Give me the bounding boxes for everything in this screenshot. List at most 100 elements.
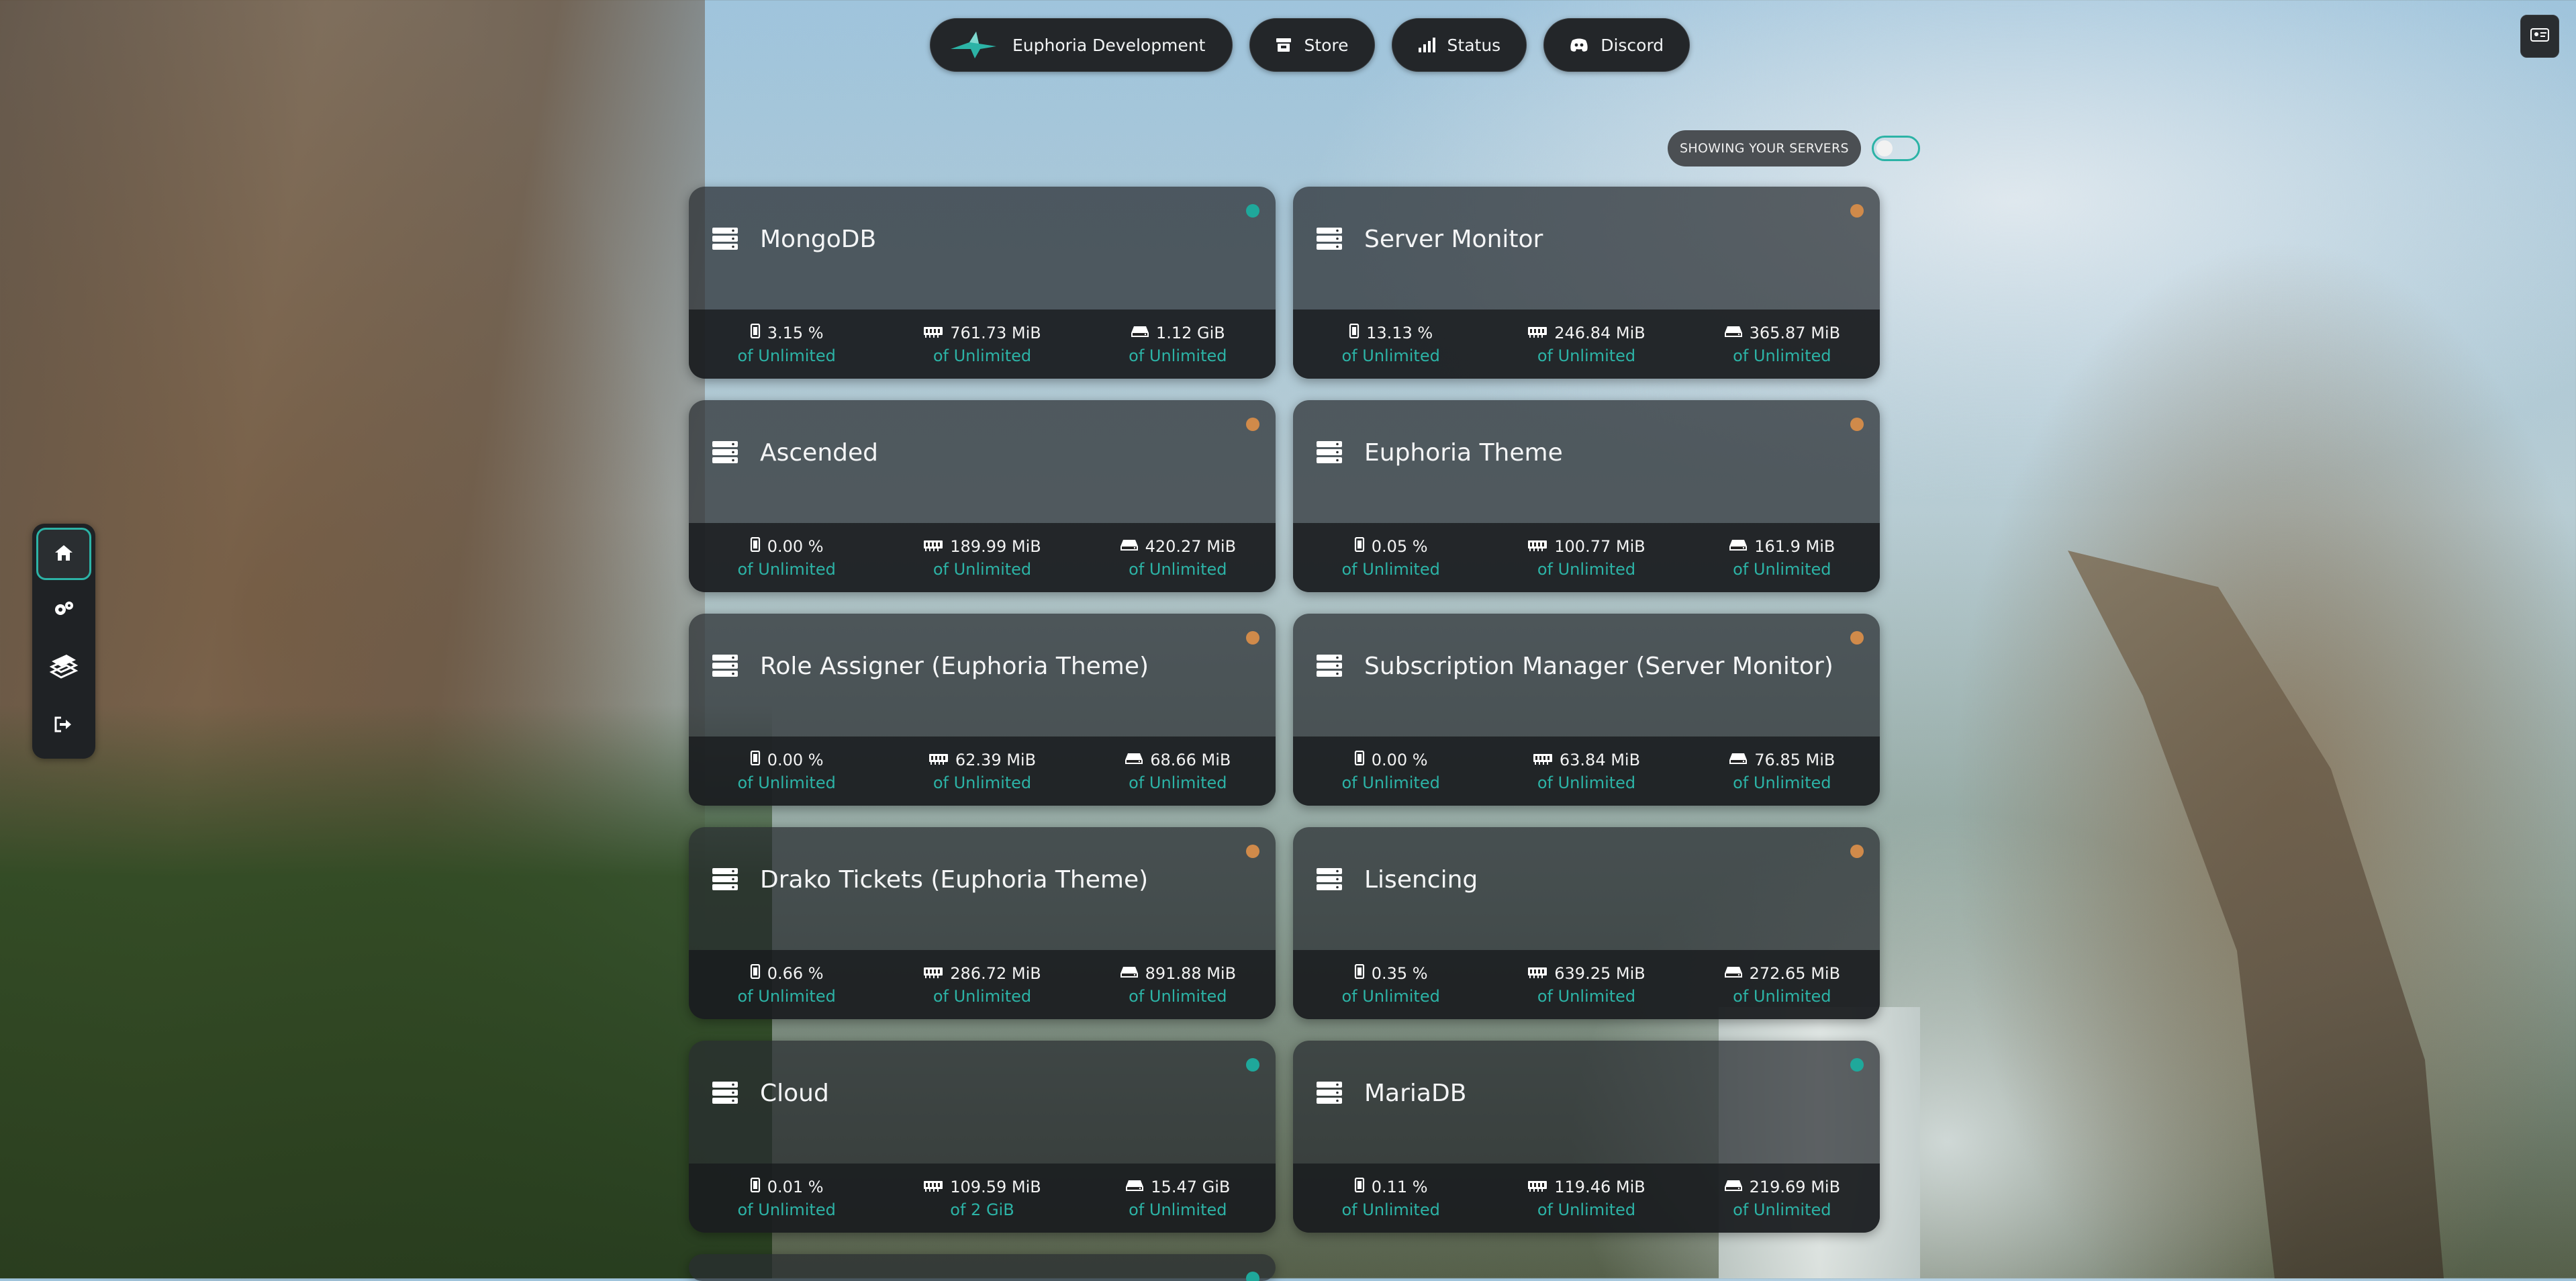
memory-value: 63.84 MiB <box>1559 750 1641 769</box>
memory-icon <box>923 324 943 342</box>
background-rock-arch <box>2068 551 2444 1278</box>
server-icon <box>1316 440 1343 467</box>
memory-limit: of Unlimited <box>933 346 1032 365</box>
show-all-servers-toggle[interactable] <box>1871 136 1920 161</box>
server-filter: SHOWING YOUR SERVERS <box>1668 130 1920 167</box>
status-link[interactable]: Status <box>1391 18 1527 72</box>
memory-icon <box>1527 537 1547 556</box>
server-card[interactable]: MongoDB 3.15 % of Unlimited 761.73 MiB o… <box>689 187 1276 379</box>
disk-stat: 68.66 MiB of Unlimited <box>1080 737 1276 806</box>
server-icon <box>712 440 738 467</box>
cpu-icon <box>750 750 761 769</box>
sidebar-item-layers[interactable] <box>36 642 91 694</box>
server-icon <box>1316 1081 1343 1108</box>
language-button[interactable] <box>2520 15 2559 58</box>
memory-icon <box>923 964 943 983</box>
disk-icon <box>1125 1178 1144 1196</box>
gears-icon <box>53 600 75 620</box>
brand-link[interactable]: Euphoria Development <box>930 18 1233 72</box>
store-icon <box>1276 38 1292 52</box>
cpu-value: 0.66 % <box>767 963 824 983</box>
sidebar <box>32 524 95 759</box>
server-name: Role Assigner (Euphoria Theme) <box>760 653 1149 680</box>
disk-limit: of Unlimited <box>1733 1200 1831 1219</box>
server-stats: 0.00 % of Unlimited 62.39 MiB of Unlimit… <box>689 737 1276 806</box>
disk-stat: 161.9 MiB of Unlimited <box>1684 523 1880 592</box>
cpu-icon <box>1349 323 1359 342</box>
cpu-value: 0.00 % <box>767 536 824 556</box>
disk-stat: 272.65 MiB of Unlimited <box>1684 950 1880 1019</box>
status-dot <box>1246 418 1259 431</box>
server-card[interactable]: Ascended 0.00 % of Unlimited 189.99 MiB … <box>689 400 1276 592</box>
server-stats: 0.01 % of Unlimited 109.59 MiB of 2 GiB … <box>689 1164 1276 1233</box>
disk-value: 1.12 GiB <box>1155 323 1225 342</box>
discord-link[interactable]: Discord <box>1543 18 1690 72</box>
memory-stat: 63.84 MiB of Unlimited <box>1488 737 1684 806</box>
layers-icon <box>49 652 79 684</box>
memory-value: 246.84 MiB <box>1554 323 1645 342</box>
disk-icon <box>1120 964 1139 983</box>
cpu-value: 0.00 % <box>767 750 824 769</box>
server-stats: 0.11 % of Unlimited 119.46 MiB of Unlimi… <box>1293 1164 1880 1233</box>
server-card-header: Cloud <box>689 1041 1276 1164</box>
disk-limit: of Unlimited <box>1129 986 1227 1006</box>
memory-value: 119.46 MiB <box>1554 1177 1645 1196</box>
cpu-stat: 0.05 % of Unlimited <box>1293 523 1488 592</box>
store-link[interactable]: Store <box>1249 18 1375 72</box>
server-icon <box>1316 227 1343 254</box>
server-card[interactable]: MariaDB 0.11 % of Unlimited 119.46 MiB o… <box>1293 1041 1880 1233</box>
server-card[interactable]: Euphoria Theme 0.05 % of Unlimited 100.7… <box>1293 400 1880 592</box>
memory-icon <box>1533 751 1553 769</box>
sidebar-item-logout[interactable] <box>36 700 91 752</box>
server-name: Lisencing <box>1364 866 1478 894</box>
background-forest <box>0 705 772 1278</box>
server-name: Cloud <box>760 1080 829 1107</box>
status-dot <box>1850 845 1864 858</box>
server-name: Drako Tickets (Euphoria Theme) <box>760 866 1149 894</box>
server-card[interactable]: Server Monitor 13.13 % of Unlimited 246.… <box>1293 187 1880 379</box>
server-icon <box>1316 654 1343 681</box>
memory-limit: of Unlimited <box>933 773 1032 792</box>
sidebar-item-settings[interactable] <box>36 584 91 636</box>
cpu-stat: 0.00 % of Unlimited <box>689 523 884 592</box>
cpu-limit: of Unlimited <box>737 1200 836 1219</box>
cpu-icon <box>1354 1177 1365 1196</box>
server-card[interactable]: Cloud 0.01 % of Unlimited 109.59 MiB of … <box>689 1041 1276 1233</box>
memory-icon <box>1527 1178 1547 1196</box>
cpu-stat: 3.15 % of Unlimited <box>689 310 884 379</box>
status-dot <box>1246 1058 1259 1072</box>
status-dot <box>1850 1058 1864 1072</box>
server-card-header: Server Monitor <box>1293 187 1880 310</box>
memory-value: 639.25 MiB <box>1554 963 1645 983</box>
pterodactyl-logo-icon <box>949 29 998 61</box>
cpu-icon <box>1354 536 1365 556</box>
server-icon <box>1316 867 1343 894</box>
id-card-icon <box>2530 28 2549 44</box>
status-dot <box>1850 631 1864 645</box>
cpu-value: 0.35 % <box>1371 963 1428 983</box>
disk-value: 15.47 GiB <box>1151 1177 1231 1196</box>
memory-limit: of Unlimited <box>1537 986 1636 1006</box>
server-card[interactable]: Lisencing 0.35 % of Unlimited 639.25 MiB… <box>1293 827 1880 1019</box>
disk-limit: of Unlimited <box>1129 559 1227 579</box>
server-card-partial[interactable] <box>689 1254 1276 1281</box>
disk-value: 272.65 MiB <box>1749 963 1841 983</box>
server-stats: 0.35 % of Unlimited 639.25 MiB of Unlimi… <box>1293 950 1880 1019</box>
cpu-icon <box>1354 963 1365 983</box>
cpu-limit: of Unlimited <box>737 346 836 365</box>
server-card[interactable]: Subscription Manager (Server Monitor) 0.… <box>1293 614 1880 806</box>
server-stats: 13.13 % of Unlimited 246.84 MiB of Unlim… <box>1293 310 1880 379</box>
server-card[interactable]: Drako Tickets (Euphoria Theme) 0.66 % of… <box>689 827 1276 1019</box>
server-card[interactable]: Role Assigner (Euphoria Theme) 0.00 % of… <box>689 614 1276 806</box>
server-name: Euphoria Theme <box>1364 439 1563 467</box>
memory-stat: 639.25 MiB of Unlimited <box>1488 950 1684 1019</box>
server-card-header: Lisencing <box>1293 827 1880 950</box>
memory-limit: of 2 GiB <box>950 1200 1014 1219</box>
disk-icon <box>1724 964 1743 983</box>
disk-limit: of Unlimited <box>1129 346 1227 365</box>
disk-icon <box>1131 324 1149 342</box>
status-dot <box>1246 631 1259 645</box>
sidebar-item-home[interactable] <box>36 528 91 580</box>
disk-stat: 219.69 MiB of Unlimited <box>1684 1164 1880 1233</box>
cpu-icon <box>1354 750 1365 769</box>
